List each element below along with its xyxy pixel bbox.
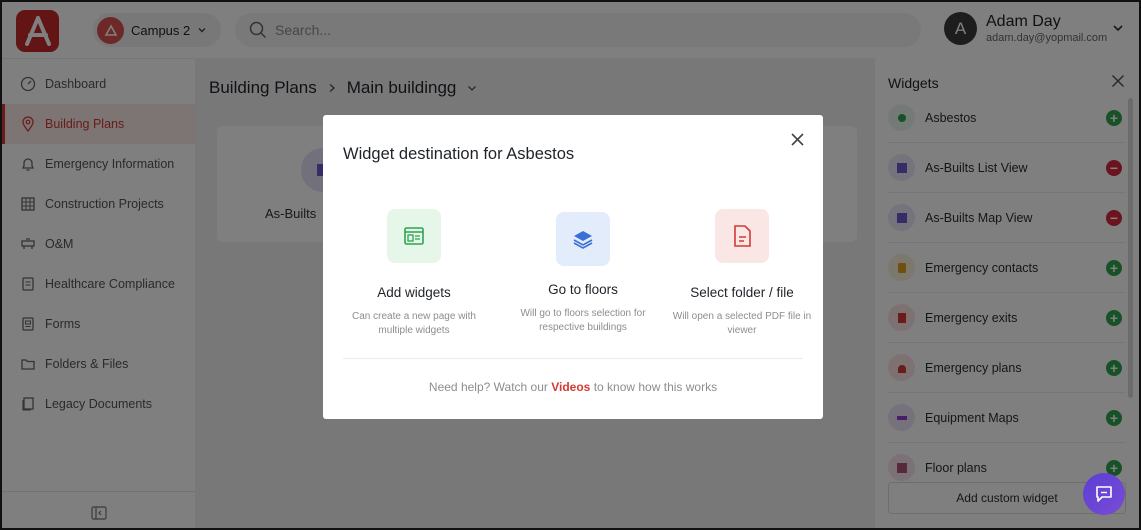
layers-icon (556, 212, 610, 266)
option-title: Select folder / file (690, 285, 794, 300)
close-icon[interactable] (790, 132, 805, 147)
dialog-divider (343, 358, 803, 359)
option-desc: Can create a new page with multiple widg… (352, 311, 476, 336)
option-title: Go to floors (548, 282, 618, 297)
chat-icon (1096, 486, 1112, 502)
option-add-widgets[interactable]: Add widgets Can create a new page with m… (339, 209, 489, 338)
app-window: Campus 2 A Adam Day adam.day@yopmail.com… (0, 0, 1141, 530)
videos-link[interactable]: Videos (551, 380, 590, 394)
option-desc: Will go to floors selection for respecti… (520, 308, 646, 333)
option-select-folder-file[interactable]: Select folder / file Will open a selecte… (667, 209, 817, 338)
option-go-to-floors[interactable]: Go to floors Will go to floors selection… (508, 212, 658, 335)
file-icon (715, 209, 769, 263)
option-title: Add widgets (377, 285, 451, 300)
widgets-icon (387, 209, 441, 263)
help-text: Need help? Watch our Videos to know how … (428, 380, 718, 394)
widget-destination-dialog: Widget destination for Asbestos Add widg… (323, 115, 823, 419)
option-desc: Will open a selected PDF file in viewer (672, 311, 812, 336)
dialog-title: Widget destination for Asbestos (343, 145, 575, 163)
chat-support-button[interactable] (1083, 473, 1125, 515)
